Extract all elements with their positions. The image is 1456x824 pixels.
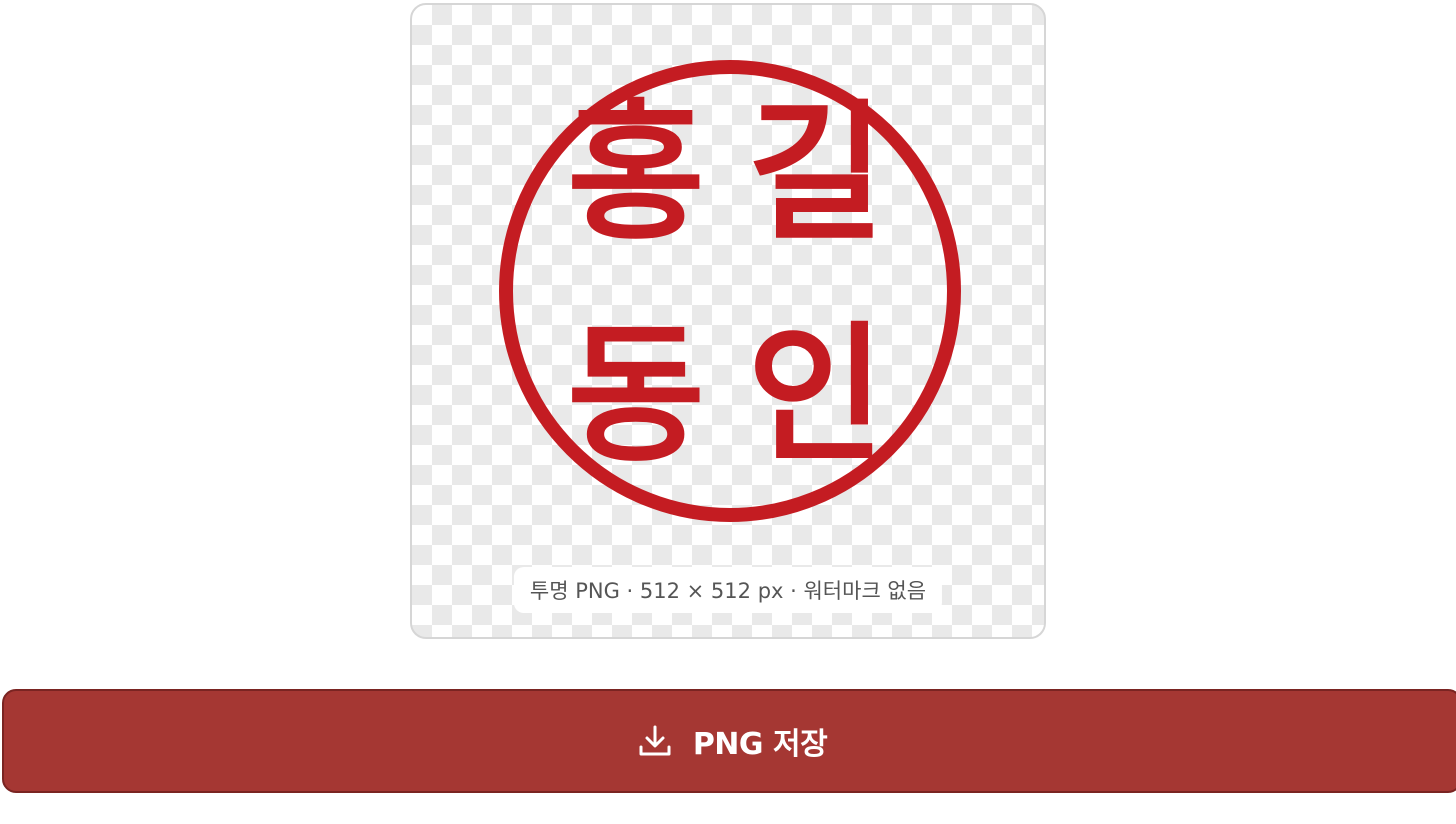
seal-char-in: 인 xyxy=(747,309,885,483)
seal-image: 홍 길 동 인 xyxy=(499,60,961,522)
seal-char-hong: 홍 xyxy=(567,87,705,261)
seal-char-dong: 동 xyxy=(567,309,705,483)
download-icon xyxy=(637,723,673,759)
seal-preview-card: 홍 길 동 인 투명 PNG · 512 × 512 px · 워터마크 없음 xyxy=(410,3,1046,639)
image-info-label: 투명 PNG · 512 × 512 px · 워터마크 없음 xyxy=(513,567,943,613)
save-button-label: PNG 저장 xyxy=(692,727,828,762)
seal-char-gil: 길 xyxy=(747,87,885,261)
png-save-button[interactable]: PNG 저장 xyxy=(2,689,1456,793)
